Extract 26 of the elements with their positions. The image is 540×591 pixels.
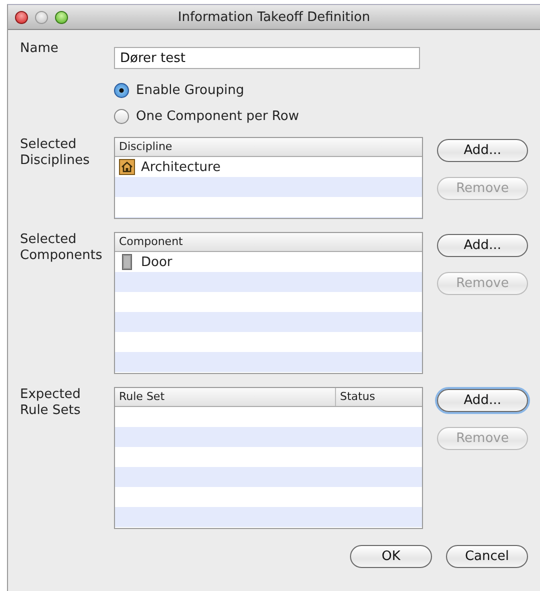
list-button[interactable]: Add...: [437, 234, 528, 257]
name-field[interactable]: Dører test: [114, 47, 420, 69]
name-label: Name: [20, 41, 60, 58]
section-label: Selected Components: [20, 232, 102, 265]
radio-button[interactable]: [114, 109, 129, 124]
section-label: Expected Rule Sets: [20, 387, 82, 420]
close-icon[interactable]: [15, 10, 28, 24]
radio-label[interactable]: One Component per Row: [136, 109, 299, 124]
column-header[interactable]: Rule Set: [115, 388, 335, 406]
window-title: Information Takeoff Definition: [178, 10, 370, 24]
radio-button[interactable]: [114, 83, 129, 98]
radio-label[interactable]: Enable Grouping: [136, 83, 244, 98]
dialog-button[interactable]: OK: [350, 545, 432, 568]
list-button[interactable]: Add...: [437, 139, 528, 162]
column-header[interactable]: Component: [115, 233, 422, 251]
zoom-icon[interactable]: [55, 10, 68, 24]
section-label: Selected Disciplines: [20, 137, 91, 170]
list-button[interactable]: Add...: [437, 389, 528, 412]
door-icon: [119, 254, 135, 270]
column-header[interactable]: Discipline: [115, 138, 422, 156]
list-cell: Door: [141, 254, 172, 270]
dialog-button[interactable]: Cancel: [446, 545, 528, 568]
column-header[interactable]: Status: [335, 388, 422, 406]
minimize-icon[interactable]: [35, 10, 48, 24]
house-icon: [119, 159, 135, 175]
list-cell: Architecture: [141, 160, 221, 174]
